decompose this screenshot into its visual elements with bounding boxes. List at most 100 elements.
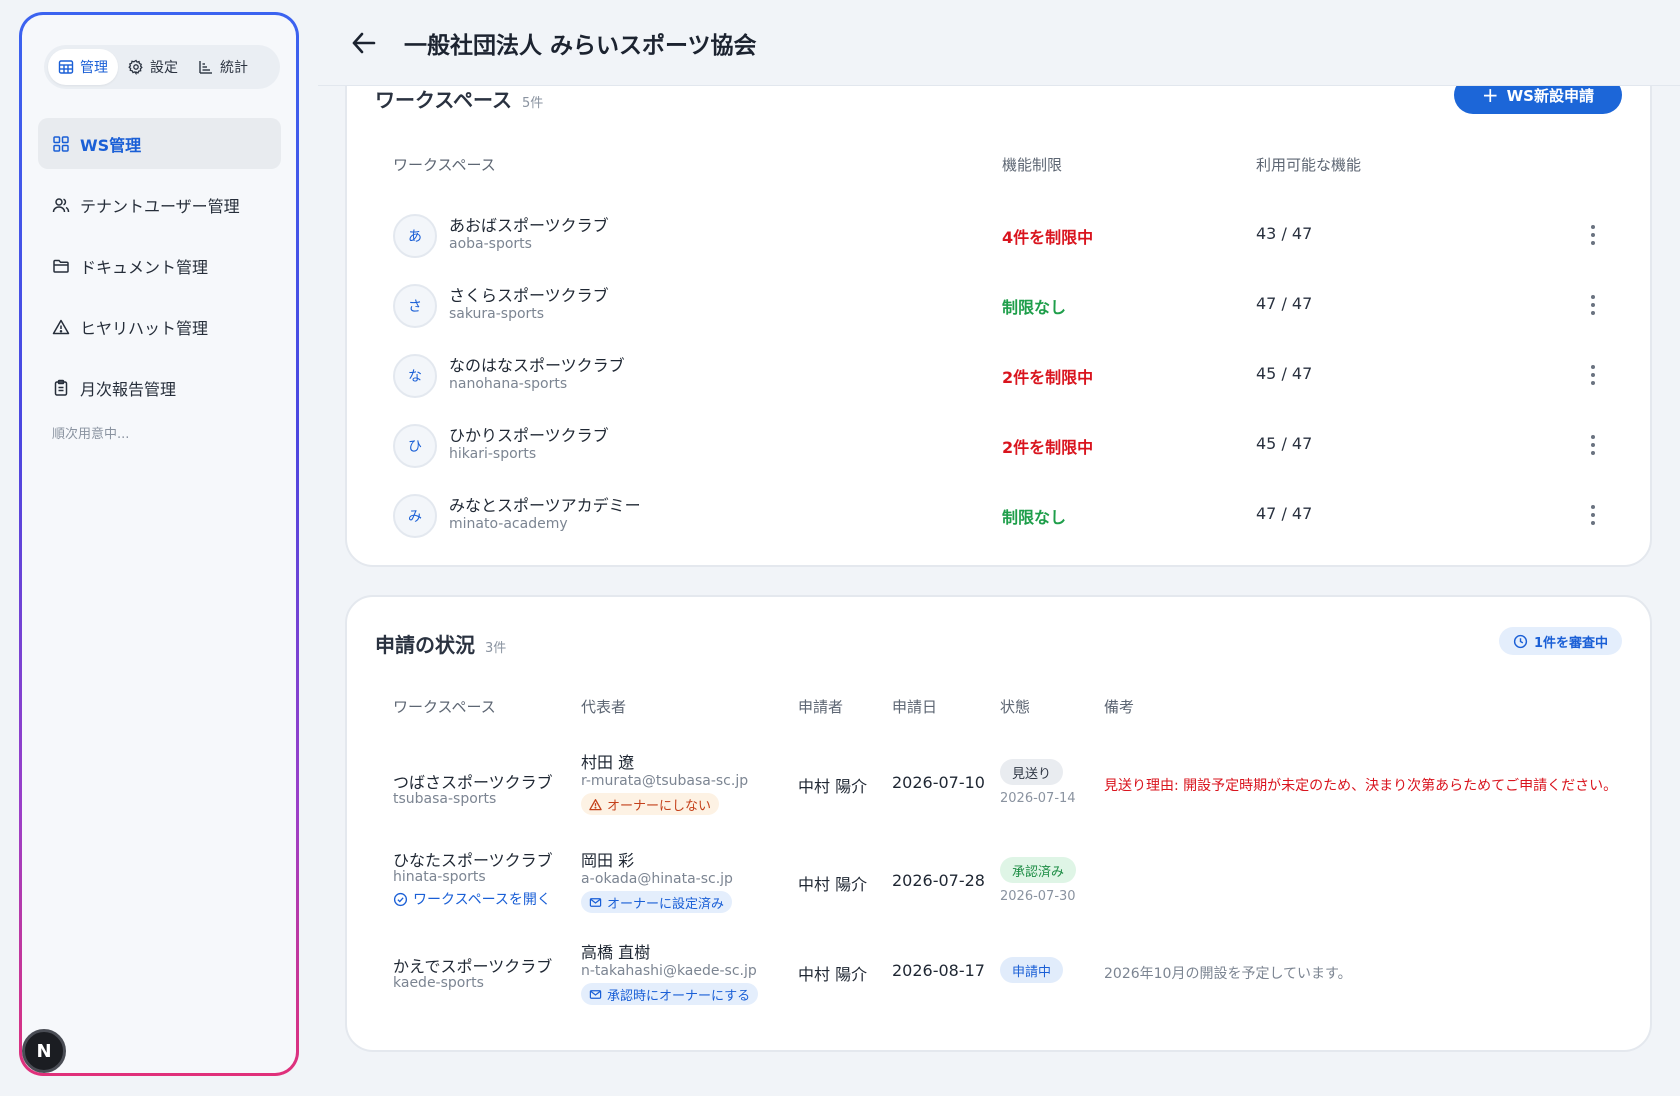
ws-name: さくらスポーツクラブ xyxy=(449,286,609,305)
rep-email: a-okada@hinata-sc.jp xyxy=(581,871,733,887)
table-row[interactable]: み みなとスポーツアカデミー minato-academy 制限なし 47 / … xyxy=(347,480,1650,550)
applications-count: 3件 xyxy=(485,641,507,656)
application-note: 2026年10月の開設を予定しています。 xyxy=(1104,966,1352,982)
col-header-workspace: ワークスペース xyxy=(393,156,496,174)
table-row: ひなたスポーツクラブ hinata-sports ワークスペースを開く 岡田 彩… xyxy=(347,843,1650,939)
check-circle-icon xyxy=(393,892,408,906)
mode-tab-stats[interactable]: 統計 xyxy=(188,49,258,85)
mode-switch: 管理 設定 統計 xyxy=(44,45,280,89)
mode-tab-manage[interactable]: 管理 xyxy=(48,49,118,85)
workspaces-count: 5件 xyxy=(522,96,544,111)
app-ws-name: ひなたスポーツクラブ xyxy=(393,851,553,870)
table-icon xyxy=(58,60,74,74)
clock-icon xyxy=(1513,634,1528,648)
owner-status-label: オーナーにしない xyxy=(607,798,712,814)
folder-icon xyxy=(53,259,69,273)
app-ws-name: つばさスポーツクラブ xyxy=(393,773,553,792)
page-title: 一般社団法人 みらいスポーツ協会 xyxy=(404,32,757,59)
app-ws-name: かえでスポーツクラブ xyxy=(393,957,553,976)
application-date: 2026-08-17 xyxy=(892,961,985,980)
application-date: 2026-07-28 xyxy=(892,871,985,890)
sidebar-item-ws[interactable]: WS管理 xyxy=(38,118,281,169)
ws-available-features: 47 / 47 xyxy=(1256,294,1313,313)
sidebar-item-label: 月次報告管理 xyxy=(80,379,177,399)
gear-icon xyxy=(128,59,143,75)
dev-tools-badge[interactable]: N xyxy=(22,1029,66,1073)
workspaces-card: ワークスペース 5件 + WS新設申請 ワークスペース 機能制限 利用可能な機能… xyxy=(345,40,1652,567)
sidebar-item-documents[interactable]: ドキュメント管理 xyxy=(38,240,281,291)
col-header-available: 利用可能な機能 xyxy=(1256,156,1362,174)
open-workspace-label: ワークスペースを開く xyxy=(413,892,551,908)
more-menu-icon[interactable] xyxy=(1583,220,1603,250)
rep-name: 高橋 直樹 xyxy=(581,943,651,962)
table-row: つばさスポーツクラブ tsubasa-sports 村田 遼 r-murata@… xyxy=(347,745,1650,841)
application-note: 見送り理由: 開設予定時期が未定のため、決まり次第あらためてご申請ください。 xyxy=(1104,778,1618,794)
workspaces-heading: ワークスペース 5件 xyxy=(375,84,543,113)
owner-status-pill: オーナーにしない xyxy=(581,793,720,815)
ws-avatar: み xyxy=(393,494,437,538)
sidebar-coming-soon-note: 順次用意中... xyxy=(52,427,130,442)
owner-status-label: オーナーに設定済み xyxy=(607,896,725,912)
ws-available-features: 47 / 47 xyxy=(1256,504,1313,523)
plus-icon: + xyxy=(1481,83,1499,107)
mode-tab-settings[interactable]: 設定 xyxy=(118,49,188,85)
ws-slug: sakura-sports xyxy=(449,306,545,322)
sidebar-item-near-miss[interactable]: ヒヤリハット管理 xyxy=(38,301,281,352)
ws-name: ひかりスポーツクラブ xyxy=(449,426,609,445)
ws-avatar: な xyxy=(393,354,437,398)
more-menu-icon[interactable] xyxy=(1583,430,1603,460)
more-menu-icon[interactable] xyxy=(1583,290,1603,320)
back-button[interactable] xyxy=(346,25,382,61)
sidebar-nav: WS管理 テナントユーザー管理 ドキュメント管理 ヒヤリハット管理 月次報告管理… xyxy=(38,118,281,442)
owner-status-pill: 承認時にオーナーにする xyxy=(581,983,759,1005)
more-menu-icon[interactable] xyxy=(1583,360,1603,390)
clipboard-icon xyxy=(54,379,68,396)
mail-icon xyxy=(589,897,602,907)
review-status-badge: 1件を審査中 xyxy=(1498,627,1622,655)
ws-available-features: 43 / 47 xyxy=(1256,224,1313,243)
users-icon xyxy=(52,197,70,212)
applicant-name: 中村 陽介 xyxy=(798,875,868,894)
col-header-date: 申請日 xyxy=(892,698,938,716)
table-row[interactable]: さ さくらスポーツクラブ sakura-sports 制限なし 47 / 47 xyxy=(347,270,1650,340)
workspaces-title: ワークスペース xyxy=(375,88,512,112)
ws-avatar: あ xyxy=(393,214,437,258)
table-row[interactable]: な なのはなスポーツクラブ nanohana-sports 2件を制限中 45 … xyxy=(347,340,1650,410)
sidebar-item-label: ドキュメント管理 xyxy=(80,257,209,277)
sidebar-item-monthly-report[interactable]: 月次報告管理 xyxy=(38,362,281,413)
rep-email: r-murata@tsubasa-sc.jp xyxy=(581,773,749,789)
application-date: 2026-07-10 xyxy=(892,773,985,792)
col-header-representative: 代表者 xyxy=(581,698,627,716)
owner-status-label: 承認時にオーナーにする xyxy=(607,988,751,1004)
sidebar: 管理 設定 統計 WS管理 テナントユーザー管理 ドキュメント管理 ヒヤリハット… xyxy=(19,12,299,1076)
col-header-workspace: ワークスペース xyxy=(393,698,496,716)
ws-name: なのはなスポーツクラブ xyxy=(449,356,625,375)
status-date: 2026-07-30 xyxy=(1000,889,1076,904)
app-ws-slug: tsubasa-sports xyxy=(393,791,497,807)
ws-slug: minato-academy xyxy=(449,516,568,532)
col-header-status: 状態 xyxy=(1000,698,1031,716)
review-status-label: 1件を審査中 xyxy=(1533,635,1608,651)
ws-avatar: ひ xyxy=(393,424,437,468)
rep-email: n-takahashi@kaede-sc.jp xyxy=(581,963,757,979)
grid-icon xyxy=(53,135,69,152)
status-badge: 見送り xyxy=(1000,759,1064,785)
app-ws-slug: hinata-sports xyxy=(393,869,486,885)
ws-name: みなとスポーツアカデミー xyxy=(449,496,641,515)
owner-status-pill: オーナーに設定済み xyxy=(581,891,733,913)
sidebar-panel: 管理 設定 統計 WS管理 テナントユーザー管理 ドキュメント管理 ヒヤリハット… xyxy=(22,15,296,1073)
new-ws-request-label: WS新設申請 xyxy=(1506,86,1594,105)
ws-limit-status: 2件を制限中 xyxy=(1002,368,1094,387)
table-row[interactable]: ひ ひかりスポーツクラブ hikari-sports 2件を制限中 45 / 4… xyxy=(347,410,1650,480)
table-row[interactable]: あ あおばスポーツクラブ aoba-sports 4件を制限中 43 / 47 xyxy=(347,200,1650,270)
open-workspace-link[interactable]: ワークスペースを開く xyxy=(393,889,551,909)
status-badge: 承認済み xyxy=(1000,857,1077,883)
ws-avatar: さ xyxy=(393,284,437,328)
col-header-limit: 機能制限 xyxy=(1002,156,1063,174)
applicant-name: 中村 陽介 xyxy=(798,777,868,796)
mode-tab-label: 管理 xyxy=(80,60,108,76)
col-header-applicant: 申請者 xyxy=(798,698,844,716)
chart-icon xyxy=(199,61,212,74)
sidebar-item-tenant-users[interactable]: テナントユーザー管理 xyxy=(38,179,281,230)
more-menu-icon[interactable] xyxy=(1583,500,1603,530)
